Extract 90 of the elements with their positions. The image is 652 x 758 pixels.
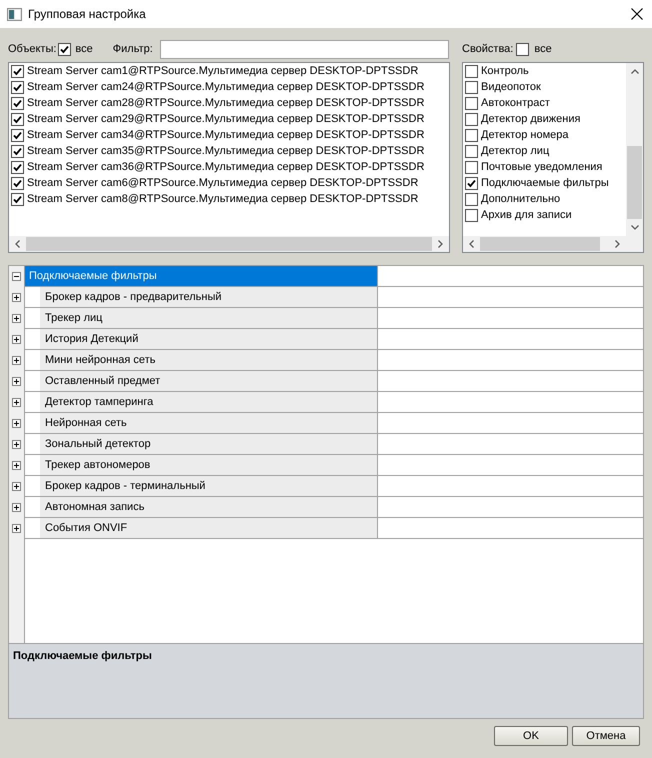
checkbox[interactable] [11, 96, 24, 110]
checkbox[interactable] [465, 128, 478, 142]
window-icon [7, 8, 22, 20]
checkbox[interactable] [58, 42, 72, 56]
horizontal-scrollbar[interactable] [463, 236, 626, 252]
horizontal-scrollbar[interactable] [9, 236, 449, 252]
property-name[interactable]: Трекер лиц [40, 308, 377, 328]
checkbox[interactable] [11, 176, 24, 190]
checkbox[interactable] [11, 128, 24, 142]
property-name[interactable]: Брокер кадров - терминальный [40, 476, 377, 496]
property-name[interactable]: Оставленный предмет [40, 371, 377, 391]
checkbox[interactable] [11, 64, 24, 78]
checkbox-label[interactable]: Stream Server cam34@RTPSource.Мультимедиа сервер DESKTOP-DPTSSDR [27, 127, 424, 143]
scrollbar-thumb[interactable] [26, 237, 432, 251]
checkbox[interactable] [11, 192, 24, 206]
expand-icon[interactable] [12, 314, 21, 323]
scrollbar-thumb[interactable] [627, 146, 642, 219]
ok-button[interactable]: OK [494, 726, 568, 746]
checkbox[interactable] [465, 208, 478, 222]
property-name[interactable]: История Детекций [40, 329, 377, 349]
chevron-right-icon[interactable] [615, 240, 620, 248]
window-title: Групповая настройка [28, 6, 147, 22]
checkbox-label[interactable]: Почтовые уведомления [481, 159, 602, 175]
scrollbar-thumb[interactable] [480, 237, 600, 251]
chevron-up-icon[interactable] [630, 69, 638, 74]
category-name[interactable]: Подключаемые фильтры [25, 266, 377, 286]
expand-icon[interactable] [12, 398, 21, 407]
checkbox[interactable] [11, 144, 24, 158]
chevron-right-icon[interactable] [438, 240, 443, 248]
checkbox[interactable] [465, 64, 478, 78]
checkbox-label[interactable]: Детектор движения [481, 111, 580, 127]
checkbox-label[interactable]: Stream Server cam24@RTPSource.Мультимедиа сервер DESKTOP-DPTSSDR [27, 79, 424, 95]
checkbox-label[interactable]: все [534, 41, 552, 57]
property-name[interactable]: Детектор тамперинга [40, 392, 377, 412]
checkbox[interactable] [465, 112, 478, 126]
checkbox-label[interactable]: Stream Server cam6@RTPSource.Мультимедиа сервер DESKTOP-DPTSSDR [27, 175, 418, 191]
expand-icon[interactable] [12, 503, 21, 512]
expand-icon[interactable] [12, 377, 21, 386]
expand-icon[interactable] [12, 419, 21, 428]
checkbox-label[interactable]: Детектор лиц [481, 143, 550, 159]
property-name[interactable]: События ONVIF [40, 518, 377, 538]
checkbox[interactable] [465, 176, 478, 190]
filter-label: Фильтр: [112, 42, 153, 57]
chevron-left-icon[interactable] [15, 240, 20, 248]
checkbox-label[interactable]: Stream Server cam35@RTPSource.Мультимедиа сервер DESKTOP-DPTSSDR [27, 143, 424, 159]
checkbox[interactable] [465, 144, 478, 158]
checkbox-label[interactable]: все [75, 41, 93, 57]
checkbox[interactable] [11, 80, 24, 94]
chevron-left-icon[interactable] [469, 240, 474, 248]
checkbox-label[interactable]: Stream Server cam28@RTPSource.Мультимедиа сервер DESKTOP-DPTSSDR [27, 95, 424, 111]
checkbox[interactable] [465, 96, 478, 110]
checkbox-label[interactable]: Дополнительно [481, 191, 560, 207]
close-icon[interactable] [631, 8, 643, 20]
checkbox-label[interactable]: Видеопоток [481, 79, 541, 95]
checkbox-label[interactable]: Stream Server cam36@RTPSource.Мультимедиа сервер DESKTOP-DPTSSDR [27, 159, 424, 175]
checkbox[interactable] [465, 192, 478, 206]
checkbox[interactable] [11, 112, 24, 126]
checkbox-label[interactable]: Stream Server cam8@RTPSource.Мультимедиа сервер DESKTOP-DPTSSDR [27, 191, 418, 207]
expand-icon[interactable] [12, 461, 21, 470]
property-name[interactable]: Трекер автономеров [40, 455, 377, 475]
checkbox-label[interactable]: Архив для записи [481, 207, 572, 223]
checkbox[interactable] [465, 160, 478, 174]
expand-icon[interactable] [12, 356, 21, 365]
property-name[interactable]: Мини нейронная сеть [40, 350, 377, 370]
checkbox-label[interactable]: Stream Server cam29@RTPSource.Мультимедиа сервер DESKTOP-DPTSSDR [27, 111, 424, 127]
checkbox-label[interactable]: Детектор номера [481, 127, 568, 143]
description-title: Подключаемые фильтры [13, 649, 152, 664]
vertical-scrollbar[interactable] [626, 63, 643, 236]
properties-label: Свойства: [462, 42, 514, 57]
chevron-down-icon[interactable] [630, 225, 638, 230]
property-name[interactable]: Брокер кадров - предварительный [40, 287, 377, 307]
collapse-icon[interactable] [12, 272, 21, 281]
checkbox-label[interactable]: Автоконтраст [481, 95, 550, 111]
checkbox-label[interactable]: Подключаемые фильтры [481, 175, 609, 191]
checkbox-label[interactable]: Контроль [481, 63, 529, 79]
checkbox[interactable] [11, 160, 24, 174]
expand-icon[interactable] [12, 440, 21, 449]
expand-icon[interactable] [12, 293, 21, 302]
expand-icon[interactable] [12, 524, 21, 533]
expand-icon[interactable] [12, 335, 21, 344]
checkbox-label[interactable]: Stream Server cam1@RTPSource.Мультимедиа сервер DESKTOP-DPTSSDR [27, 63, 418, 79]
expand-icon[interactable] [12, 482, 21, 491]
property-name[interactable]: Нейронная сеть [40, 413, 377, 433]
cancel-button[interactable]: Отмена [572, 726, 640, 746]
objects-label: Объекты: [8, 42, 56, 57]
checkbox[interactable] [465, 80, 478, 94]
checkbox[interactable] [516, 42, 530, 56]
property-name[interactable]: Зональный детектор [40, 434, 377, 454]
filter-input[interactable] [160, 40, 449, 58]
property-name[interactable]: Автономная запись [40, 497, 377, 517]
